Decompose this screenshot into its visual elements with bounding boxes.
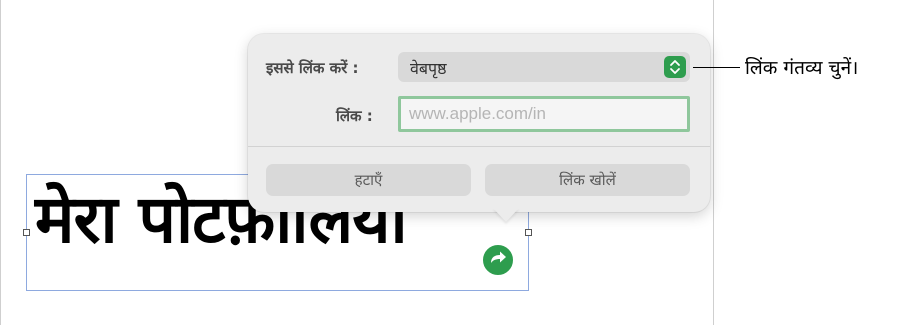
callout-text: लिंक गंतव्य चुनें। [745, 57, 859, 79]
link-to-label: इससे लिंक करें : [266, 59, 359, 77]
open-link-button[interactable]: लिंक खोलें [485, 164, 690, 196]
divider [248, 146, 710, 147]
popover-pointer [493, 208, 519, 222]
resize-handle-right[interactable] [525, 229, 532, 236]
link-to-select[interactable]: वेबपृष्ठ [398, 52, 690, 82]
chevron-up-down-icon[interactable] [664, 56, 686, 78]
link-popover: इससे लिंक करें : वेबपृष्ठ लिंक : हटाएँ ल… [248, 34, 710, 212]
resize-handle-left[interactable] [23, 229, 30, 236]
callout-line [693, 67, 740, 68]
curved-arrow-right-icon [489, 250, 507, 270]
screen: मेरा पोटफ़ॉलियो इससे लिंक करें : वेबपृष्… [0, 0, 920, 325]
link-badge[interactable] [481, 243, 515, 277]
link-field-label: लिंक : [336, 107, 373, 125]
link-url-input[interactable] [398, 96, 690, 132]
remove-link-button[interactable]: हटाएँ [266, 164, 471, 196]
link-to-selected-value: वेबपृष्ठ [410, 59, 447, 78]
